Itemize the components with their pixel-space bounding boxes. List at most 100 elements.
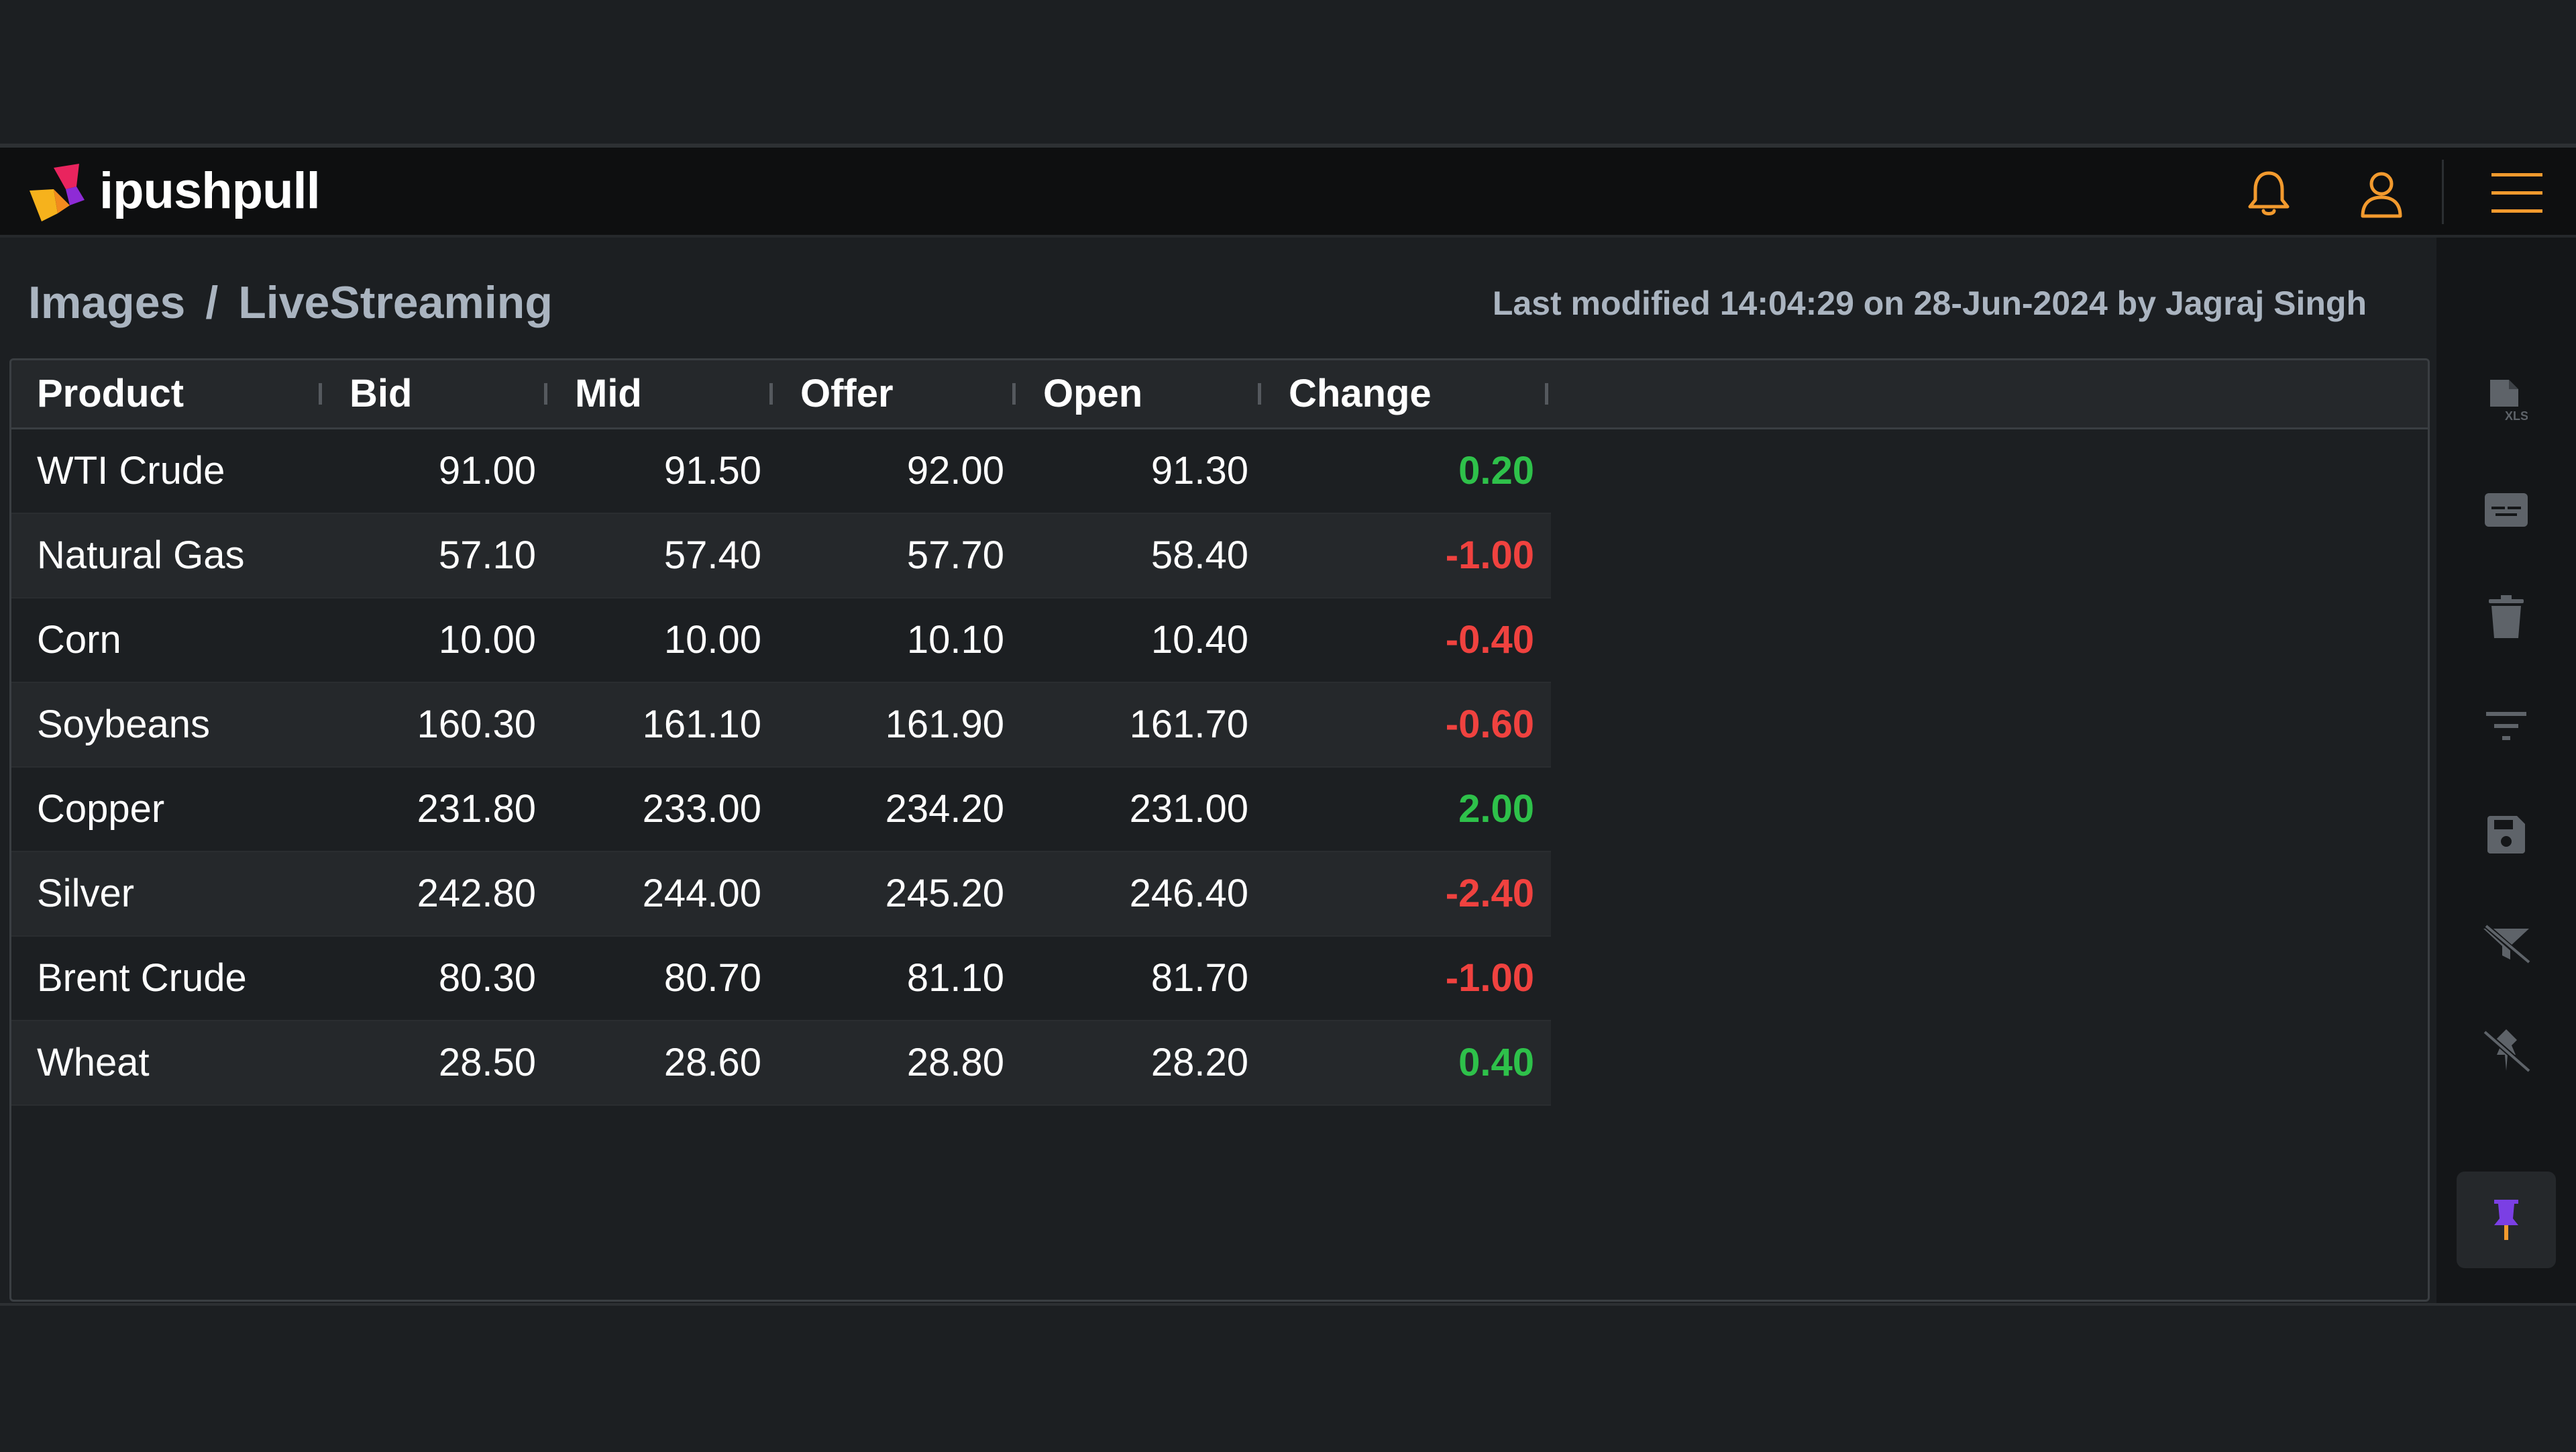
- table-row[interactable]: Corn 10.00 10.00 10.10 10.40 -0.40: [11, 599, 1551, 683]
- cell-change[interactable]: -1.00: [1266, 514, 1534, 597]
- column-header-change[interactable]: Change: [1289, 360, 1432, 427]
- grid-header-row: Product Bid Mid Offer Open Change: [11, 360, 2428, 429]
- cell-open[interactable]: 161.70: [1020, 683, 1248, 766]
- column-resizer[interactable]: [1258, 383, 1261, 405]
- keyboard-icon: [2485, 493, 2528, 527]
- app-header: ipushpull: [0, 148, 2576, 238]
- save-icon: [2487, 816, 2525, 853]
- cell-bid[interactable]: 242.80: [327, 852, 536, 935]
- svg-text:XLS: XLS: [2505, 409, 2528, 423]
- table-row[interactable]: Natural Gas 57.10 57.40 57.70 58.40 -1.00: [11, 514, 1551, 599]
- export-xls-button[interactable]: XLS: [2479, 374, 2533, 428]
- cell-change[interactable]: -2.40: [1266, 852, 1534, 935]
- column-header-mid[interactable]: Mid: [575, 360, 642, 427]
- last-modified-text: Last modified 14:04:29 on 28-Jun-2024 by…: [1492, 284, 2367, 322]
- cell-bid[interactable]: 10.00: [327, 599, 536, 682]
- cell-change[interactable]: -1.00: [1266, 937, 1534, 1020]
- save-button[interactable]: [2479, 808, 2533, 862]
- cell-offer[interactable]: 57.70: [777, 514, 1004, 597]
- clear-filter-button[interactable]: [2479, 917, 2533, 970]
- filter-button[interactable]: [2479, 699, 2533, 753]
- cell-product[interactable]: Natural Gas: [37, 514, 319, 597]
- filter-off-icon: [2483, 923, 2530, 964]
- cell-change[interactable]: 2.00: [1266, 768, 1534, 851]
- table-row[interactable]: Copper 231.80 233.00 234.20 231.00 2.00: [11, 768, 1551, 852]
- unpin-button[interactable]: [2479, 1024, 2533, 1078]
- breadcrumb: Images / LiveStreaming: [28, 272, 553, 333]
- keyboard-button[interactable]: [2479, 483, 2533, 537]
- cell-change[interactable]: 0.40: [1266, 1021, 1534, 1104]
- bottom-blank-area: [0, 1303, 2576, 1452]
- cell-mid[interactable]: 161.10: [552, 683, 761, 766]
- cell-bid[interactable]: 28.50: [327, 1021, 536, 1104]
- column-header-offer[interactable]: Offer: [800, 360, 894, 427]
- user-icon[interactable]: [2355, 166, 2408, 220]
- cell-offer[interactable]: 92.00: [777, 429, 1004, 513]
- cell-bid[interactable]: 57.10: [327, 514, 536, 597]
- cell-offer[interactable]: 81.10: [777, 937, 1004, 1020]
- cell-product[interactable]: Silver: [37, 852, 319, 935]
- export-xls-icon: XLS: [2490, 380, 2528, 423]
- cell-open[interactable]: 81.70: [1020, 937, 1248, 1020]
- filter-icon: [2486, 712, 2526, 740]
- cell-offer[interactable]: 10.10: [777, 599, 1004, 682]
- right-toolbar: XLS: [2436, 238, 2576, 1303]
- cell-product[interactable]: Corn: [37, 599, 319, 682]
- cell-offer[interactable]: 234.20: [777, 768, 1004, 851]
- cell-offer[interactable]: 245.20: [777, 852, 1004, 935]
- breadcrumb-folder-link[interactable]: Images: [28, 277, 185, 328]
- hamburger-menu-icon[interactable]: [2490, 166, 2544, 220]
- cell-product[interactable]: Copper: [37, 768, 319, 851]
- delete-button[interactable]: [2479, 590, 2533, 644]
- cell-mid[interactable]: 10.00: [552, 599, 761, 682]
- cell-mid[interactable]: 57.40: [552, 514, 761, 597]
- ipushpull-logo-icon: [30, 164, 85, 221]
- cell-product[interactable]: Brent Crude: [37, 937, 319, 1020]
- cell-open[interactable]: 231.00: [1020, 768, 1248, 851]
- cell-open[interactable]: 28.20: [1020, 1021, 1248, 1104]
- cell-bid[interactable]: 231.80: [327, 768, 536, 851]
- column-resizer[interactable]: [1545, 383, 1548, 405]
- cell-mid[interactable]: 91.50: [552, 429, 761, 513]
- unpin-icon: [2481, 1029, 2531, 1073]
- column-header-product[interactable]: Product: [37, 360, 184, 427]
- cell-offer[interactable]: 28.80: [777, 1021, 1004, 1104]
- column-header-open[interactable]: Open: [1043, 360, 1142, 427]
- cell-mid[interactable]: 28.60: [552, 1021, 761, 1104]
- cell-bid[interactable]: 160.30: [327, 683, 536, 766]
- cell-change[interactable]: 0.20: [1266, 429, 1534, 513]
- table-row[interactable]: WTI Crude 91.00 91.50 92.00 91.30 0.20: [11, 429, 1551, 514]
- bell-icon[interactable]: [2242, 166, 2296, 220]
- column-header-bid[interactable]: Bid: [350, 360, 412, 427]
- brand-name: ipushpull: [99, 162, 321, 219]
- header-divider: [2442, 160, 2444, 224]
- cell-product[interactable]: Wheat: [37, 1021, 319, 1104]
- table-row[interactable]: Wheat 28.50 28.60 28.80 28.20 0.40: [11, 1021, 1551, 1106]
- cell-product[interactable]: Soybeans: [37, 683, 319, 766]
- top-blank-area: [0, 0, 2576, 148]
- cell-bid[interactable]: 91.00: [327, 429, 536, 513]
- trash-icon: [2489, 595, 2524, 638]
- cell-product[interactable]: WTI Crude: [37, 429, 319, 513]
- cell-mid[interactable]: 244.00: [552, 852, 761, 935]
- cell-open[interactable]: 58.40: [1020, 514, 1248, 597]
- column-resizer[interactable]: [319, 383, 322, 405]
- cell-change[interactable]: -0.40: [1266, 599, 1534, 682]
- cell-change[interactable]: -0.60: [1266, 683, 1534, 766]
- column-resizer[interactable]: [1012, 383, 1016, 405]
- cell-offer[interactable]: 161.90: [777, 683, 1004, 766]
- table-row[interactable]: Brent Crude 80.30 80.70 81.10 81.70 -1.00: [11, 937, 1551, 1021]
- cell-open[interactable]: 91.30: [1020, 429, 1248, 513]
- cell-mid[interactable]: 80.70: [552, 937, 761, 1020]
- table-row[interactable]: Soybeans 160.30 161.10 161.90 161.70 -0.60: [11, 683, 1551, 768]
- cell-open[interactable]: 246.40: [1020, 852, 1248, 935]
- cell-mid[interactable]: 233.00: [552, 768, 761, 851]
- pin-icon: [2494, 1200, 2518, 1240]
- cell-bid[interactable]: 80.30: [327, 937, 536, 1020]
- cell-open[interactable]: 10.40: [1020, 599, 1248, 682]
- pin-toolbar-button[interactable]: [2457, 1172, 2556, 1268]
- column-resizer[interactable]: [769, 383, 773, 405]
- breadcrumb-page: LiveStreaming: [238, 277, 553, 328]
- column-resizer[interactable]: [544, 383, 547, 405]
- table-row[interactable]: Silver 242.80 244.00 245.20 246.40 -2.40: [11, 852, 1551, 937]
